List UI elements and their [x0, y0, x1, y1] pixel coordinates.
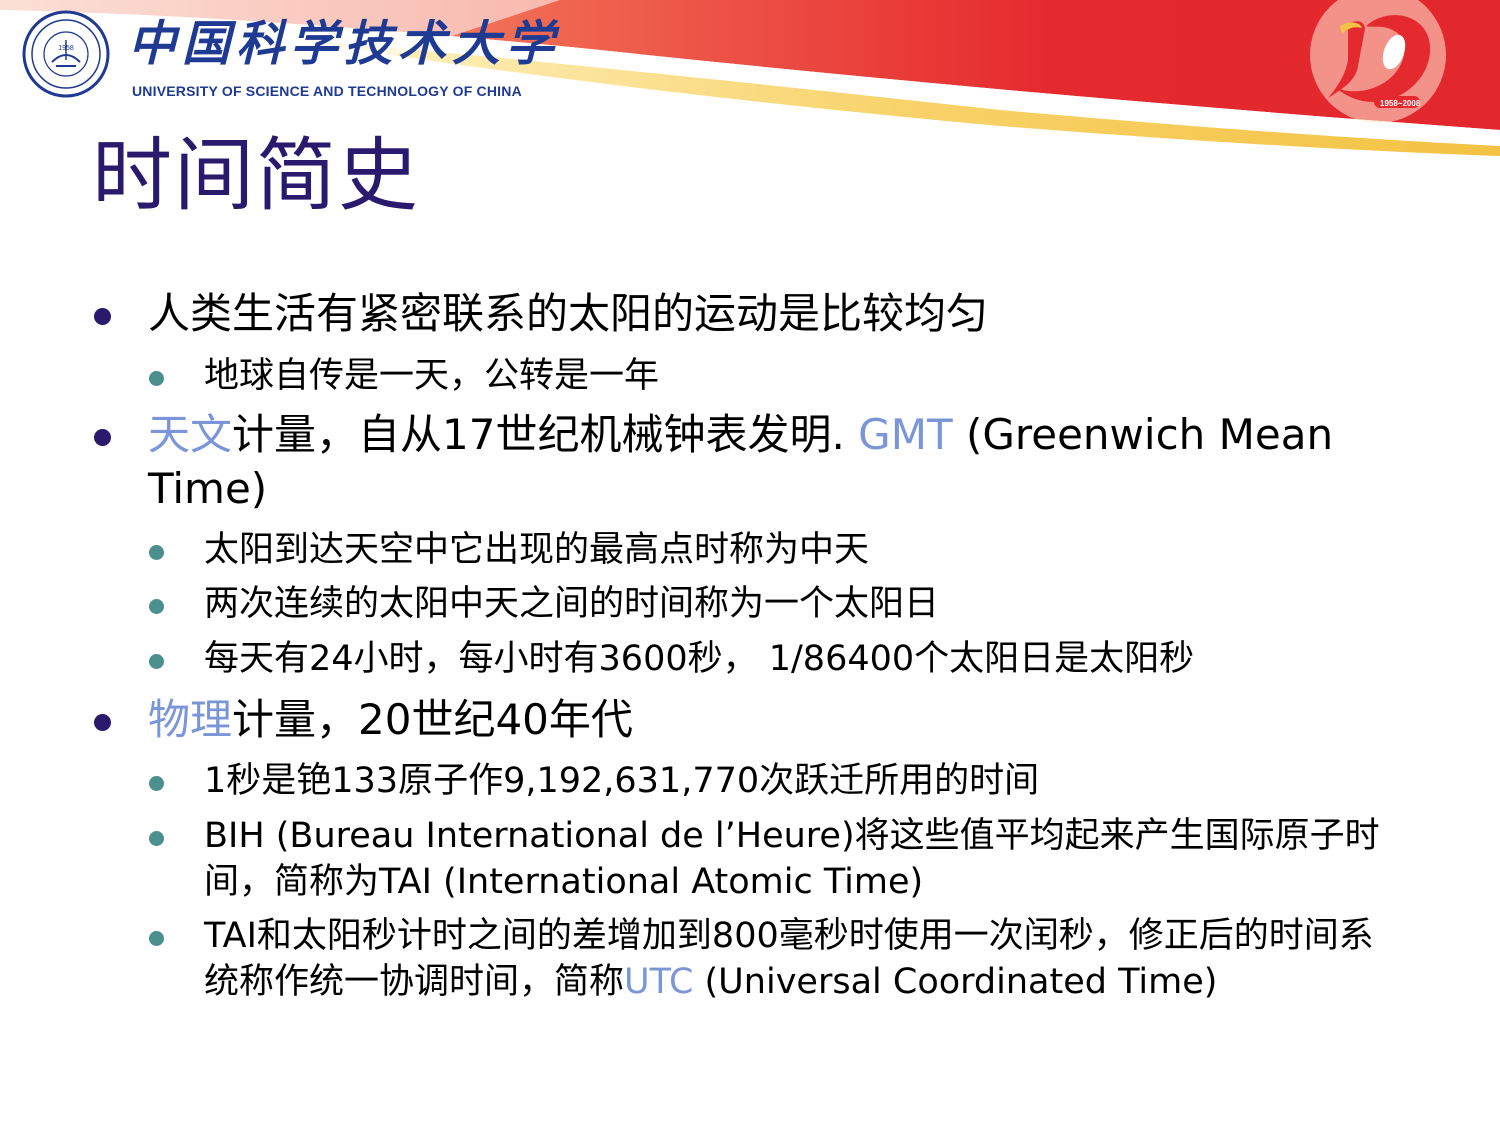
university-name-en: UNIVERSITY OF SCIENCE AND TECHNOLOGY OF … — [132, 83, 522, 99]
university-seal-icon: 1958 — [22, 10, 110, 98]
bullet-1-text: 人类生活有紧密联系的太阳的运动是比较均匀 — [148, 289, 989, 338]
bullet-1-sub-1: 地球自传是一天，公转是一年 — [149, 353, 1404, 399]
bullet-3-sub-3-accent-utc: UTC — [624, 962, 694, 1002]
university-name-cn: 中国科学技术大学 — [128, 16, 561, 72]
bullet-1: 人类生活有紧密联系的太阳的运动是比较均匀 — [94, 287, 1428, 341]
bullet-2-accent-astronomy: 天文 — [148, 410, 233, 459]
bullet-2-text-1: 计量，自从17世纪机械钟表发明. — [232, 410, 859, 459]
bullet-3-text-1: 计量，20世纪40年代 — [232, 695, 633, 744]
bullet-3-sub-3: TAI和太阳秒计时之间的差增加到800毫秒时使用一次闰秒，修正后的时间系统称作统… — [149, 913, 1404, 1005]
bullet-2-sub-1-text: 太阳到达天空中它出现的最高点时称为中天 — [204, 530, 870, 570]
bullet-2-sub-2-text: 两次连续的太阳中天之间的时间称为一个太阳日 — [204, 584, 940, 624]
bullet-3-sub-1-text: 1秒是铯133原子作9,192,631,770次跃迁所用的时间 — [204, 761, 1040, 801]
bullet-2-sub-3-text: 每天有24小时，每小时有3600秒， 1/86400个太阳日是太阳秒 — [204, 639, 1195, 679]
bullet-1-sub-1-text: 地球自传是一天，公转是一年 — [204, 356, 660, 396]
anniversary-years: 1958~2008 — [1380, 99, 1421, 108]
slide-title: 时间简史 — [92, 129, 420, 222]
bullet-2-sub-3: 每天有24小时，每小时有3600秒， 1/86400个太阳日是太阳秒 — [149, 636, 1404, 682]
bullet-2-sub-1: 太阳到达天空中它出现的最高点时称为中天 — [149, 527, 1404, 573]
bullet-2-sub-2: 两次连续的太阳中天之间的时间称为一个太阳日 — [149, 581, 1404, 627]
bullet-2: 天文计量，自从17世纪机械钟表发明. GMT (Greenwich Mean T… — [94, 408, 1428, 516]
bullet-3: 物理计量，20世纪40年代 — [94, 693, 1428, 747]
bullet-3-sub-1: 1秒是铯133原子作9,192,631,770次跃迁所用的时间 — [149, 758, 1404, 804]
bullet-3-sub-2: BIH (Bureau International de l’Heure)将这些… — [149, 813, 1404, 905]
bullet-2-accent-gmt: GMT — [858, 410, 953, 459]
seal-year: 1958 — [58, 45, 74, 52]
bullet-3-sub-2-text: BIH (Bureau International de l’Heure)将这些… — [204, 816, 1380, 902]
bullet-3-sub-3-text-2: (Universal Coordinated Time) — [693, 962, 1218, 1002]
bullet-3-accent-physics: 物理 — [148, 695, 233, 744]
